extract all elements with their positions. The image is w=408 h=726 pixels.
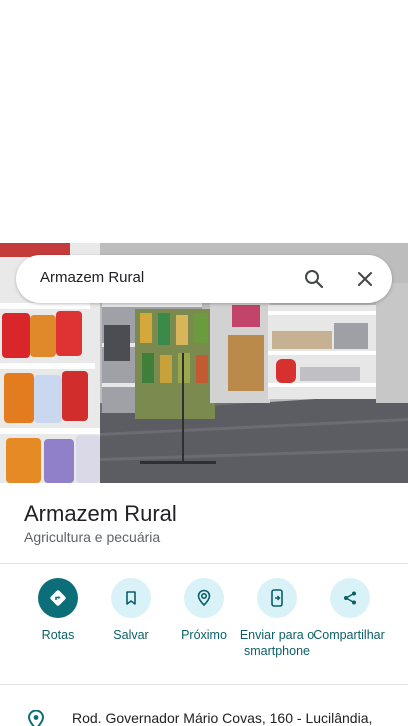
action-label: Enviar para o smartphone <box>239 628 315 658</box>
address-row[interactable]: Rod. Governador Mário Covas, 160 - Lucil… <box>0 700 408 726</box>
directions-icon <box>38 578 78 618</box>
action-label: Rotas <box>41 628 75 642</box>
share-icon <box>330 578 370 618</box>
place-page: Armazem Rural Armazem Rural Agricultura … <box>0 0 408 726</box>
action-label: Compartilhar <box>313 628 385 642</box>
place-category: Agricultura e pecuária <box>24 529 161 545</box>
bookmark-icon <box>111 578 151 618</box>
map-area[interactable] <box>0 0 408 243</box>
action-label: Próximo <box>181 628 227 642</box>
address-text: Rod. Governador Mário Covas, 160 - Lucil… <box>72 710 373 726</box>
search-icon[interactable] <box>302 267 326 291</box>
send-to-phone-button[interactable]: Enviar para o smartphone <box>237 578 317 659</box>
send-to-phone-icon <box>257 578 297 618</box>
divider <box>0 684 408 685</box>
save-button[interactable]: Salvar <box>91 578 171 643</box>
divider <box>0 563 408 564</box>
directions-button[interactable]: Rotas <box>18 578 98 643</box>
close-icon[interactable] <box>353 267 377 291</box>
location-pin-icon <box>27 709 45 726</box>
nearby-button[interactable]: Próximo <box>164 578 244 643</box>
share-button[interactable]: Compartilhar <box>310 578 390 643</box>
place-name: Armazem Rural <box>24 501 177 526</box>
nearby-icon <box>184 578 224 618</box>
action-label: Salvar <box>113 628 149 642</box>
search-bar[interactable]: Armazem Rural <box>16 255 392 303</box>
search-input[interactable]: Armazem Rural <box>40 269 144 286</box>
